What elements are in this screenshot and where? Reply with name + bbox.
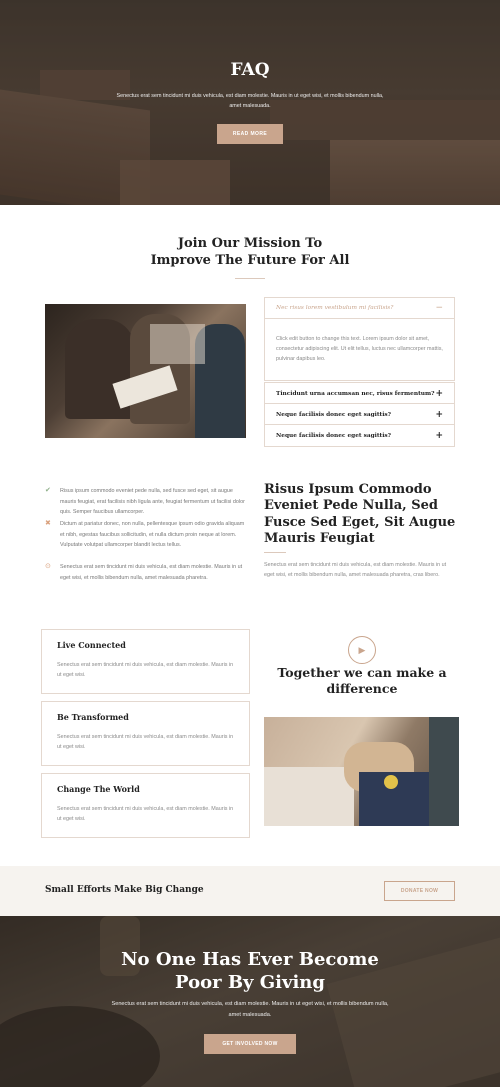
checklist-item: ⊙ Senectus erat sem tincidunt mi duis ve… bbox=[45, 562, 245, 583]
feature-text: Senectus erat sem tincidunt mi duis vehi… bbox=[57, 662, 234, 678]
mission-title-line2: Improve The Future For All bbox=[150, 252, 350, 268]
cross-icon: ✖ bbox=[45, 520, 51, 527]
title-divider bbox=[235, 278, 265, 279]
risus-title: Risus Ipsum Commodo Eveniet Pede Nulla, … bbox=[264, 482, 456, 546]
mission-title-line1: Join Our Mission To bbox=[177, 236, 323, 251]
accordion-body: Click edit button to change this text. L… bbox=[276, 336, 443, 362]
feature-box-change-the-world: Change The World Senectus erat sem tinci… bbox=[41, 773, 250, 838]
accordion-toggle[interactable]: Nec risus lorem vestibulum mi facilisis?… bbox=[265, 298, 454, 319]
feature-title: Change The World bbox=[57, 784, 140, 794]
plus-icon: + bbox=[435, 409, 443, 420]
accordion-title: Nec risus lorem vestibulum mi facilisis? bbox=[276, 305, 394, 311]
minus-icon: − bbox=[435, 303, 443, 313]
together-title: Together we can make a difference bbox=[264, 665, 460, 698]
mission-title: Join Our Mission To Improve The Future F… bbox=[0, 236, 500, 270]
giving-title-line1: No One Has Ever Become bbox=[121, 949, 379, 970]
giving-text: Senectus erat sem tincidunt mi duis vehi… bbox=[111, 1001, 389, 1018]
together-title-line1: Together we can make a bbox=[277, 665, 447, 680]
accordion-item-2: Tincidunt urna accumsan nec, risus ferme… bbox=[264, 382, 455, 405]
checklist-text: Risus ipsum commodo eveniet pede nulla, … bbox=[60, 488, 245, 516]
feature-box-live-connected: Live Connected Senectus erat sem tincidu… bbox=[41, 629, 250, 694]
play-video-button[interactable]: ▶ bbox=[348, 636, 376, 664]
giving-title-line2: Poor By Giving bbox=[175, 972, 325, 994]
get-involved-button[interactable]: GET INVOLVED NOW bbox=[204, 1034, 296, 1054]
plus-icon: + bbox=[435, 430, 443, 441]
read-more-button[interactable]: READ MORE bbox=[217, 124, 283, 144]
checklist-item: ✖ Dictum at pariatur donec, non nulla, p… bbox=[45, 519, 245, 551]
holding-hands-photo bbox=[264, 717, 459, 826]
feature-title: Be Transformed bbox=[57, 712, 129, 722]
feature-text: Senectus erat sem tincidunt mi duis vehi… bbox=[57, 734, 234, 750]
feature-text: Senectus erat sem tincidunt mi duis vehi… bbox=[57, 806, 234, 822]
accordion-item-3: Neque facilisis donec eget sagittis? + bbox=[264, 403, 455, 426]
section-divider bbox=[264, 552, 286, 553]
risus-text: Senectus erat sem tincidunt mi duis vehi… bbox=[264, 562, 447, 578]
together-title-line2: difference bbox=[326, 681, 398, 697]
checklist-text: Dictum at pariatur donec, non nulla, pel… bbox=[60, 521, 245, 549]
accordion-title: Neque facilisis donec eget sagittis? bbox=[276, 411, 392, 418]
check-icon: ✔ bbox=[45, 487, 51, 494]
checklist-item: ✔ Risus ipsum commodo eveniet pede nulla… bbox=[45, 486, 245, 518]
banner-title: Small Efforts Make Big Change bbox=[45, 885, 204, 895]
hero-title: FAQ bbox=[230, 60, 270, 80]
plus-icon: + bbox=[435, 388, 443, 399]
donate-now-button[interactable]: DONATE NOW bbox=[384, 881, 455, 901]
feature-box-be-transformed: Be Transformed Senectus erat sem tincidu… bbox=[41, 701, 250, 766]
giving-title: No One Has Ever Become Poor By Giving bbox=[0, 948, 500, 995]
accordion-toggle[interactable]: Neque facilisis donec eget sagittis? + bbox=[265, 425, 454, 446]
accordion-title: Neque facilisis donec eget sagittis? bbox=[276, 432, 392, 439]
audience-photo bbox=[45, 304, 246, 438]
accordion-title: Tincidunt urna accumsan nec, risus ferme… bbox=[276, 390, 435, 397]
accordion-toggle[interactable]: Neque facilisis donec eget sagittis? + bbox=[265, 404, 454, 425]
feature-title: Live Connected bbox=[57, 640, 126, 650]
checklist-text: Senectus erat sem tincidunt mi duis vehi… bbox=[60, 564, 243, 581]
accordion-toggle[interactable]: Tincidunt urna accumsan nec, risus ferme… bbox=[265, 383, 454, 404]
hero-text: Senectus erat sem tincidunt mi duis vehi… bbox=[116, 93, 384, 110]
play-icon: ▶ bbox=[358, 644, 366, 655]
accordion-item-1: Nec risus lorem vestibulum mi facilisis?… bbox=[264, 297, 455, 381]
accordion-item-4: Neque facilisis donec eget sagittis? + bbox=[264, 424, 455, 447]
target-icon: ⊙ bbox=[45, 563, 51, 570]
